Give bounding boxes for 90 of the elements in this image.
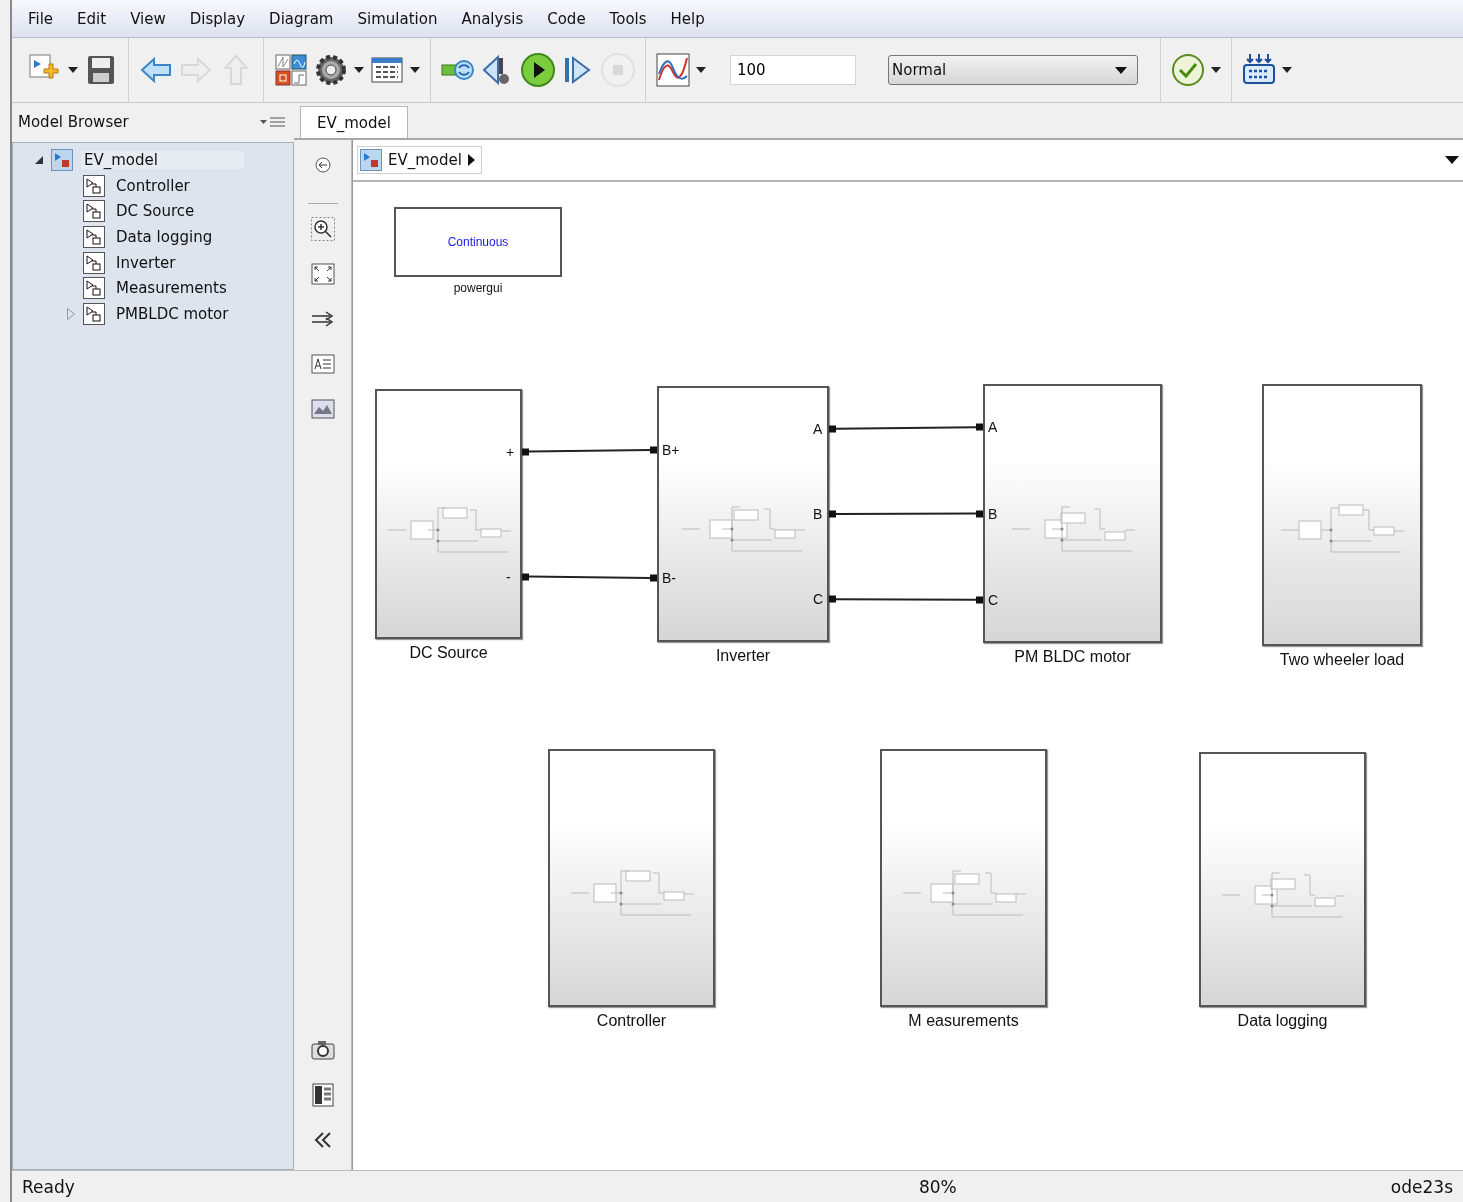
subsystem-block[interactable] (375, 389, 522, 639)
menu-item[interactable]: Diagram (257, 9, 346, 28)
tree-item[interactable]: PMBLDC motor (113, 304, 232, 323)
block-label: Controller (596, 1012, 667, 1030)
block-label: powergui (453, 281, 503, 295)
port-label: A (813, 420, 823, 437)
panel-title: Model Browser (18, 112, 129, 131)
panel-menu-icon[interactable] (260, 115, 286, 128)
model-icon (360, 149, 382, 171)
port-label: + (506, 443, 515, 460)
port-label: A (988, 419, 998, 436)
menu-item[interactable]: Display (177, 9, 258, 28)
menu-item[interactable]: Tools (597, 9, 659, 28)
port-marker (829, 510, 836, 518)
port-marker (976, 423, 983, 431)
model-icon (51, 148, 73, 171)
block-label: Inverter (715, 647, 771, 665)
port-marker (976, 596, 983, 604)
block-label: DC Source (409, 644, 488, 662)
port-marker (522, 448, 529, 455)
panel-layout-icon[interactable] (309, 1082, 336, 1108)
settings-icon[interactable] (313, 52, 349, 88)
tree-item[interactable]: Measurements (113, 279, 230, 298)
menu-item[interactable]: Edit (65, 9, 119, 28)
port-label: - (506, 568, 511, 585)
subsystem-icon (83, 277, 105, 300)
port-label: B+ (662, 442, 680, 458)
status-text: Ready (22, 1176, 75, 1197)
port-label: B (813, 506, 823, 522)
port-marker (829, 595, 836, 603)
simulation-mode-dropdown[interactable]: Normal (888, 55, 1138, 85)
menu-item[interactable]: Help (658, 9, 717, 28)
port-label: C (813, 591, 824, 608)
solver-name: ode23s (1390, 1176, 1453, 1197)
port-label: B (988, 505, 998, 522)
subsystem-icon (83, 251, 105, 274)
caret-icon (68, 67, 78, 73)
tree-item[interactable]: Controller (113, 176, 193, 195)
tree-item[interactable]: EV_model (81, 150, 244, 169)
subsystem-icon (83, 174, 105, 197)
port-marker (650, 446, 657, 454)
caret-icon (354, 67, 364, 73)
subsystem-block[interactable] (657, 386, 829, 642)
zoom-in-icon[interactable] (309, 216, 336, 242)
menu-item[interactable]: Simulation (345, 9, 450, 28)
block-label: Two wheeler load (1279, 651, 1405, 669)
block-label: PM BLDC motor (1014, 648, 1131, 666)
menu-item[interactable]: Analysis (449, 9, 536, 28)
caret-icon (696, 67, 706, 73)
expanded-triangle-icon[interactable] (35, 155, 43, 164)
subsystem-block[interactable] (880, 749, 1047, 1007)
port-marker (522, 573, 529, 580)
subsystem-block[interactable] (548, 749, 715, 1007)
port-marker (976, 510, 983, 517)
subsystem-icon (83, 225, 105, 248)
arrow-icon (467, 154, 475, 166)
zoom-level: 80% (918, 1176, 957, 1197)
powergui-block[interactable]: Continuous (394, 207, 562, 277)
tree-item[interactable]: Inverter (113, 253, 179, 272)
subsystem-block[interactable] (1199, 752, 1366, 1007)
port-label: C (988, 591, 999, 608)
subsystem-icon (83, 302, 105, 325)
caret-icon[interactable] (1445, 156, 1459, 164)
subsystem-block[interactable] (983, 384, 1162, 643)
run-icon[interactable] (520, 52, 556, 88)
menu-item[interactable]: Code (535, 9, 598, 28)
block-label: Data logging (1237, 1012, 1328, 1030)
checkmark-icon[interactable] (1170, 52, 1206, 88)
caret-icon (1282, 67, 1292, 73)
menu-item[interactable]: File (16, 9, 66, 28)
subsystem-icon (83, 200, 105, 223)
block-library-icon[interactable] (273, 52, 309, 88)
image-icon[interactable] (309, 396, 336, 422)
annotation-icon[interactable] (309, 351, 336, 377)
caret-icon (1115, 66, 1127, 74)
fit-to-view-icon[interactable] (309, 261, 336, 287)
caret-icon (410, 67, 420, 73)
tree-item[interactable]: Data logging (113, 227, 216, 246)
port-label: B- (662, 570, 676, 586)
caret-icon (1211, 67, 1221, 73)
scope-icon[interactable] (655, 52, 691, 88)
port-marker (829, 425, 836, 433)
breadcrumb[interactable]: EV_model (357, 146, 482, 174)
subsystem-block[interactable] (1262, 384, 1422, 646)
menu-item[interactable]: View (118, 9, 178, 28)
block-label: M easurements (908, 1012, 1019, 1030)
port-marker (650, 574, 657, 582)
tree-item[interactable]: DC Source (113, 202, 198, 221)
stop-time-field[interactable]: 100 (730, 55, 856, 85)
tab[interactable]: EV_model (300, 106, 408, 138)
